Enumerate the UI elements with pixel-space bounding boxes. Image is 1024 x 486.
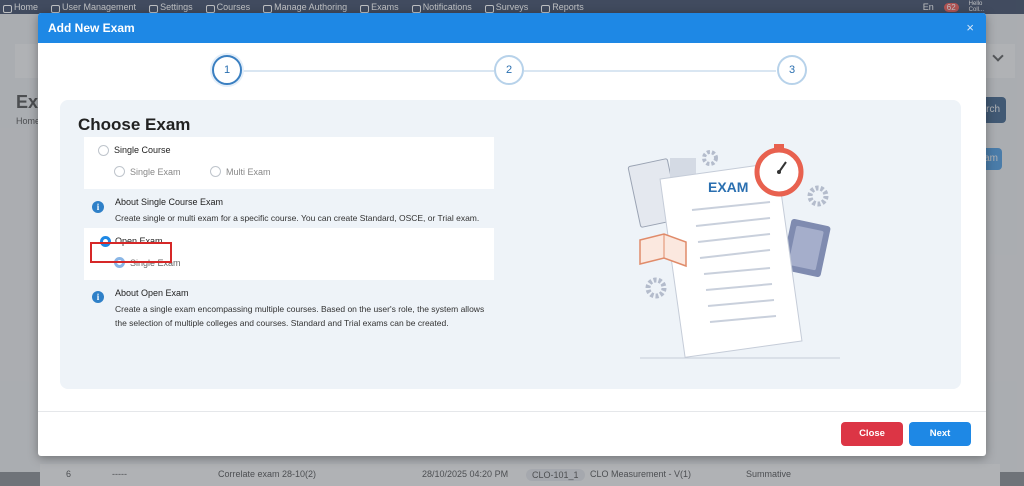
row-dashes: ----- xyxy=(112,469,127,479)
modal-title: Add New Exam xyxy=(48,21,135,35)
open-exam-info-title: About Open Exam xyxy=(115,288,189,298)
breadcrumb: Home xyxy=(16,116,41,126)
single-course-label[interactable]: Single Course xyxy=(114,145,171,155)
info-icon: i xyxy=(92,291,104,303)
exam-paper-label: EXAM xyxy=(708,179,748,195)
top-navigation: Home User Management Settings Courses Ma… xyxy=(0,0,1024,14)
nav-home[interactable]: Home xyxy=(0,2,48,13)
stopwatch-icon xyxy=(754,144,804,197)
stepper-connector xyxy=(242,70,494,72)
choose-exam-heading: Choose Exam xyxy=(78,115,191,134)
close-icon[interactable]: × xyxy=(966,20,974,35)
notification-badge[interactable]: 62 xyxy=(943,2,959,12)
exam-illustration: EXAM xyxy=(627,144,840,359)
multi-exam-label[interactable]: Multi Exam xyxy=(226,167,271,177)
row-date: 28/10/2025 04:20 PM xyxy=(422,469,509,479)
nav-exams[interactable]: Exams xyxy=(357,2,409,13)
row-exam-name[interactable]: Correlate exam 28-10(2) xyxy=(218,469,316,479)
topnav-right: En 62 Hello Coll... xyxy=(923,0,984,14)
open-book-icon xyxy=(639,233,687,268)
single-course-info-description: Create single or multi exam for a specif… xyxy=(115,213,480,223)
step-3: 3 xyxy=(777,55,807,85)
table-row: 6 ----- Correlate exam 28-10(2) 28/10/20… xyxy=(40,464,1000,486)
nav-settings[interactable]: Settings xyxy=(146,2,203,13)
row-type: CLO Measurement - V(1) xyxy=(590,469,692,479)
single-course-option-box: Single Course Single Exam Multi Exam xyxy=(84,137,494,189)
step-2: 2 xyxy=(494,55,524,85)
open-exam-highlight xyxy=(90,242,172,263)
nav-courses[interactable]: Courses xyxy=(203,2,261,13)
row-index: 6 xyxy=(66,469,72,479)
user-greeting[interactable]: Hello Coll... xyxy=(969,1,984,13)
modal-header: Add New Exam × xyxy=(38,13,986,43)
single-course-info-title: About Single Course Exam xyxy=(115,197,224,207)
multi-exam-radio[interactable] xyxy=(210,166,221,177)
stepper-connector xyxy=(524,70,776,72)
close-button[interactable]: Close xyxy=(841,422,903,446)
nav-notifications[interactable]: Notifications xyxy=(409,2,482,13)
nav-manage-authoring[interactable]: Manage Authoring xyxy=(260,2,357,13)
row-category: Summative xyxy=(746,469,792,479)
step-1: 1 xyxy=(212,55,242,85)
single-exam-label[interactable]: Single Exam xyxy=(130,167,181,177)
language-selector[interactable]: En xyxy=(923,2,934,12)
single-exam-radio[interactable] xyxy=(114,166,125,177)
content-panel: Choose Exam Single Course Single Exam Mu… xyxy=(60,100,961,389)
nav-user-management[interactable]: User Management xyxy=(48,2,146,13)
nav-reports[interactable]: Reports xyxy=(538,2,594,13)
single-course-radio[interactable] xyxy=(98,145,109,156)
nav-surveys[interactable]: Surveys xyxy=(482,2,539,13)
row-code-chip: CLO-101_1 xyxy=(526,469,585,481)
next-button[interactable]: Next xyxy=(909,422,971,446)
open-exam-info-description: Create a single exam encompassing multip… xyxy=(115,304,485,328)
info-icon: i xyxy=(92,201,104,213)
add-new-exam-modal: Add New Exam × 1 2 3 Choose Exam Single … xyxy=(38,13,986,456)
modal-footer-divider xyxy=(38,411,986,412)
